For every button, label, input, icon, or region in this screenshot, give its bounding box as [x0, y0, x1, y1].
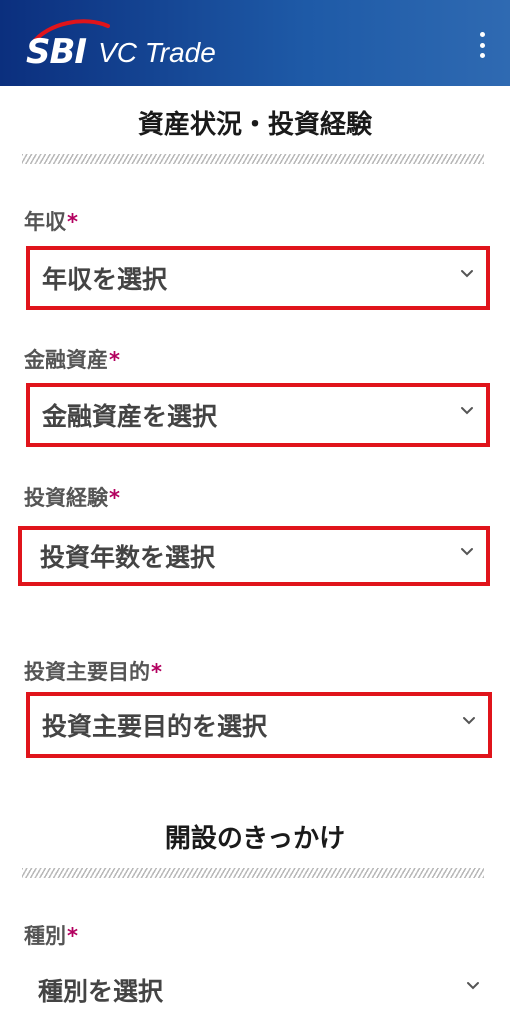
required-mark: * [67, 924, 78, 948]
chevron-down-icon [460, 267, 474, 281]
chevron-down-icon [466, 979, 480, 993]
logo-vc-trade-text: VC Trade [98, 37, 216, 68]
type-label: 種別* [24, 924, 78, 948]
experience-select[interactable]: 投資年数を選択 [18, 526, 490, 586]
income-label: 年収* [24, 210, 78, 234]
purpose-select[interactable]: 投資主要目的を選択 [26, 692, 492, 758]
income-select[interactable]: 年収を選択 [26, 246, 490, 310]
purpose-label: 投資主要目的* [24, 660, 162, 684]
type-select[interactable]: 種別を選択 [26, 960, 492, 1020]
required-mark: * [109, 348, 120, 372]
purpose-select-value: 投資主要目的を選択 [42, 712, 268, 741]
assets-select[interactable]: 金融資産を選択 [26, 383, 490, 447]
required-mark: * [109, 486, 120, 510]
assets-select-value: 金融資産を選択 [42, 402, 218, 431]
chevron-down-icon [462, 714, 476, 728]
more-vertical-icon[interactable] [476, 32, 488, 58]
section-divider [22, 154, 484, 164]
section-title-opening-reason: 開設のきっかけ [164, 824, 346, 854]
experience-label: 投資経験* [24, 486, 120, 510]
experience-select-value: 投資年数を選択 [40, 543, 216, 572]
income-select-value: 年収を選択 [42, 265, 168, 294]
chevron-down-icon [460, 545, 474, 559]
required-mark: * [67, 210, 78, 234]
type-select-value: 種別を選択 [38, 977, 164, 1006]
logo-sbi-text: SBI [26, 32, 87, 72]
assets-label: 金融資産* [24, 348, 120, 372]
app-header: SBI VC Trade [0, 0, 510, 86]
required-mark: * [151, 660, 162, 684]
chevron-down-icon [460, 404, 474, 418]
sbi-vc-trade-logo[interactable]: SBI VC Trade [26, 19, 216, 74]
section-divider [22, 868, 484, 878]
section-title-assets: 資産状況・投資経験 [137, 110, 372, 140]
